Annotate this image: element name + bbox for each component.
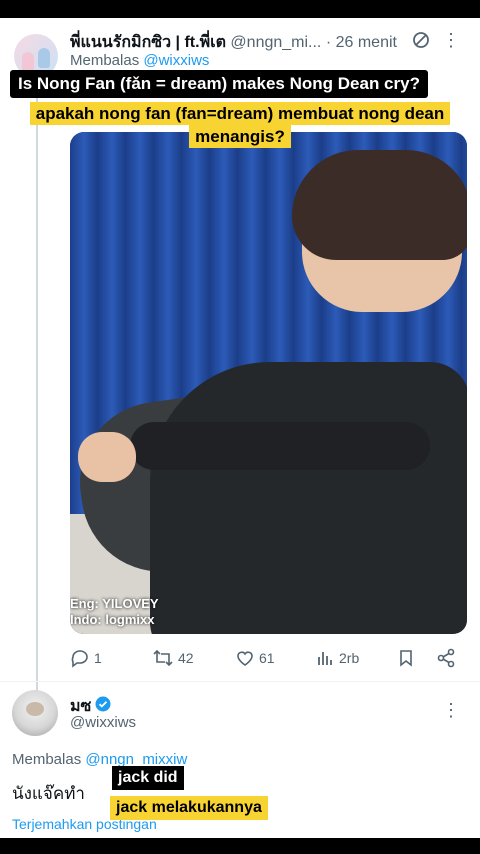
bookmark-icon: [396, 648, 416, 668]
no-entry-icon[interactable]: [412, 31, 430, 54]
reply-count: 1: [94, 650, 102, 666]
tweet-header: พี่แนนรักมิกซิว | ft.พี่เต @nngn_mi... ·…: [70, 30, 470, 52]
views-icon: [315, 648, 335, 668]
tweet-actions: 1 42 61 2rb: [70, 648, 470, 670]
retweet-icon: [152, 648, 174, 668]
more-icon[interactable]: ⋮: [442, 700, 460, 721]
caption-indo-top: apakah nong fan (fan=dream) membuat nong…: [0, 102, 480, 148]
views-count: 2rb: [339, 650, 360, 666]
tweet-video[interactable]: Eng: YILOVEY Indo: logmixx: [70, 132, 467, 634]
like-count: 61: [259, 650, 275, 666]
caption-english-bottom: jack did: [112, 766, 184, 790]
share-button[interactable]: [436, 648, 456, 668]
divider: [0, 681, 480, 682]
person-hand: [78, 432, 136, 482]
replying-prefix: Membalas: [12, 751, 82, 768]
caption-indo-bottom: jack melakukannya: [110, 796, 268, 820]
replying-to-link[interactable]: @wixxiws: [143, 52, 209, 69]
handle[interactable]: @nngn_mi...: [230, 34, 321, 51]
like-button[interactable]: 61: [235, 648, 275, 668]
person-body: [150, 362, 467, 634]
caption-indo-top-line2: menangis?: [189, 125, 291, 148]
timestamp[interactable]: · 26 menit: [326, 34, 397, 51]
replying-prefix: Membalas: [70, 52, 140, 69]
person-arm: [130, 422, 430, 470]
caption-english-top: Is Nong Fan (fǎn = dream) makes Nong Dea…: [10, 70, 428, 98]
watermark-line-indo: Indo: logmixx: [70, 612, 155, 627]
reply-icon: [70, 648, 90, 668]
caption-indo-top-line1: apakah nong fan (fan=dream) membuat nong…: [29, 102, 451, 125]
more-icon[interactable]: ⋮: [442, 30, 460, 51]
views-button[interactable]: 2rb: [315, 648, 359, 668]
handle[interactable]: @wixxiws: [70, 714, 136, 731]
retweet-count: 42: [178, 650, 194, 666]
bookmark-button[interactable]: [396, 648, 416, 668]
like-icon: [235, 648, 255, 668]
retweet-button[interactable]: 42: [152, 648, 194, 668]
thread-line: [36, 68, 38, 698]
watermark-line-eng: Eng: YILOVEY: [70, 596, 159, 611]
share-icon: [436, 648, 456, 668]
display-name[interactable]: พี่แนนรักมิกซิว | ft.พี่เต: [70, 34, 226, 51]
reply-button[interactable]: 1: [70, 648, 102, 668]
tweet-text: นังแจ๊คทำ: [12, 784, 85, 803]
person-hair: [292, 150, 467, 260]
replying-to: Membalas @wixxiws: [70, 52, 209, 69]
tweet-screen: พี่แนนรักมิกซิว | ft.พี่เต @nngn_mi... ·…: [0, 18, 480, 838]
video-watermark: Eng: YILOVEY Indo: logmixx: [70, 596, 159, 628]
avatar[interactable]: [12, 690, 58, 736]
